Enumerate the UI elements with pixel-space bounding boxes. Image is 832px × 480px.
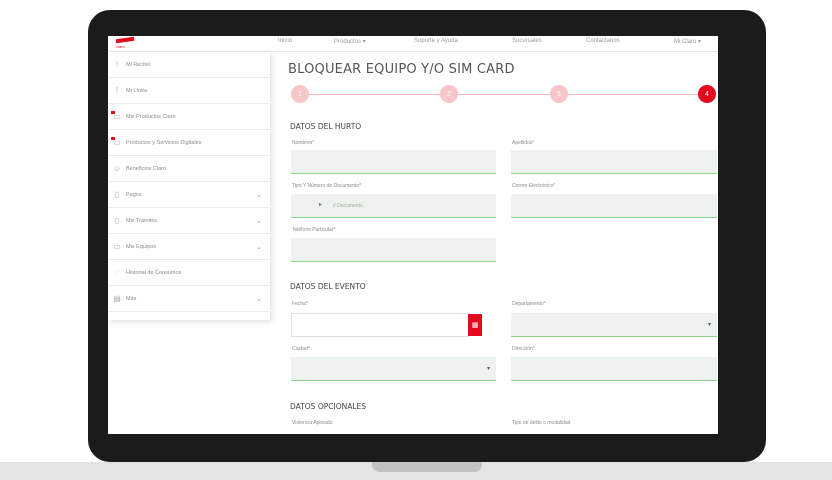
laptop-notch	[372, 462, 482, 472]
sidebar-item-tramites[interactable]: ▯ Mis Trámites ⌄	[108, 208, 270, 234]
nav-inicio[interactable]: Inicio	[278, 38, 292, 44]
section-heading-opcionales: DATOS OPCIONALES	[290, 402, 367, 411]
caret-down-icon: ▾	[486, 366, 490, 372]
claro-logo[interactable]: claro	[116, 36, 136, 49]
sidebar-item-mi-linea[interactable]: ǃ Mi Línea	[108, 78, 270, 104]
calendar-icon: ▦	[471, 322, 479, 329]
step-3[interactable]: 3	[550, 85, 568, 103]
nav-soporte[interactable]: Soporte y Ayuda	[414, 38, 458, 44]
telefono-field[interactable]	[291, 238, 496, 262]
fecha-field[interactable]	[291, 313, 469, 337]
device-icon: ▭	[113, 242, 121, 251]
calendar-button[interactable]: ▦	[468, 314, 482, 336]
label-departamento: Departamento*	[512, 301, 546, 307]
label-nombres: Nombres*	[292, 140, 315, 146]
chevron-down-icon: ⌄	[256, 295, 262, 303]
label-fecha: Fecha*	[292, 301, 308, 307]
label-tipo-delito: Tipo de delito o modalidad	[512, 420, 571, 426]
top-navbar: claro Inicio Productos ▾ Soporte y Ayuda…	[108, 36, 718, 52]
page-title: BLOQUEAR EQUIPO Y/O SIM CARD	[288, 62, 515, 77]
nav-sucursales[interactable]: Sucursales	[512, 38, 542, 44]
tipo-documento-field[interactable]: ▸ # Documento	[291, 194, 496, 218]
nav-contactanos[interactable]: Contactanos	[586, 38, 620, 44]
departamento-select[interactable]: ▾	[511, 313, 717, 337]
receipt-icon: ǃ	[115, 60, 119, 69]
label-tipo-documento: Tipo Y Número de Documento*	[292, 183, 362, 189]
correo-field[interactable]	[511, 194, 717, 218]
sidebar: ǃ Mi Recibo ǃ Mi Línea ▭ Mis Productos C…	[108, 52, 270, 320]
chevron-down-icon: ⌄	[256, 243, 262, 251]
phone-icon: ǃ	[115, 86, 119, 95]
more-icon: ▤	[113, 294, 121, 303]
ciudad-select[interactable]: ▾	[291, 357, 496, 381]
document-icon: ▯	[114, 190, 120, 199]
digital-icon: ▭	[111, 136, 122, 148]
sidebar-item-digitales[interactable]: ▭ Productos y Servicios Digitales	[108, 130, 270, 156]
label-telefono: Teléfono Particular*	[292, 227, 336, 233]
nav-mi-claro[interactable]: Mi Claro ▾	[674, 38, 701, 45]
direccion-field[interactable]	[511, 357, 717, 381]
chevron-down-icon: ⌄	[256, 217, 262, 225]
sidebar-item-equipos[interactable]: ▭ Mis Equipos ⌄	[108, 234, 270, 260]
label-correo: Correo Electrónico*	[512, 183, 556, 189]
history-icon: ◌	[114, 268, 120, 277]
step-2[interactable]: 2	[440, 85, 458, 103]
clipboard-icon: ▯	[114, 216, 120, 225]
sidebar-item-mis-productos[interactable]: ▭ Mis Productos Claro	[108, 104, 270, 130]
nav-productos[interactable]: Productos ▾	[334, 38, 366, 45]
sidebar-item-mas[interactable]: ▤ Más ⌄	[108, 286, 270, 312]
stepper-track	[298, 94, 706, 95]
sidebar-item-beneficios[interactable]: ☺ Beneficios Claro	[108, 156, 270, 182]
step-1[interactable]: 1	[291, 85, 309, 103]
gift-icon: ☺	[112, 164, 122, 173]
products-icon: ▭	[111, 110, 122, 122]
screen: claro Inicio Productos ▾ Soporte y Ayuda…	[108, 36, 718, 434]
label-direccion: Dirección*	[512, 346, 535, 352]
label-ciudad: Ciudad*	[292, 346, 310, 352]
nombres-field[interactable]	[291, 150, 496, 174]
sidebar-item-historial[interactable]: ◌ Historial de Consumos	[108, 260, 270, 286]
caret-down-icon: ▾	[707, 322, 711, 328]
sidebar-item-pagos[interactable]: ▯ Pagos ⌄	[108, 182, 270, 208]
label-apellidos: Apellidos*	[512, 140, 535, 146]
apellidos-field[interactable]	[511, 150, 717, 174]
chevron-down-icon: ⌄	[256, 191, 262, 199]
section-heading-evento: DATOS DEL EVENTO	[290, 282, 366, 291]
label-violencia: Violencia Aplicada	[292, 420, 333, 426]
dropdown-arrow-icon: ▸	[319, 202, 323, 208]
section-heading-hurto: DATOS DEL HURTO	[290, 122, 362, 131]
step-4-active[interactable]: 4	[698, 85, 716, 103]
sidebar-item-mi-recibo[interactable]: ǃ Mi Recibo	[108, 52, 270, 78]
